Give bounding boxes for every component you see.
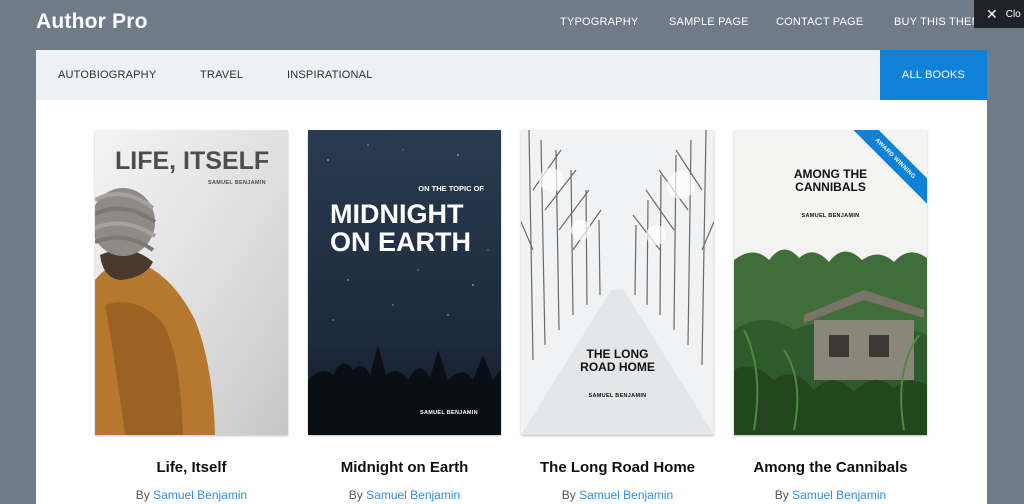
cover-pretitle: ON THE TOPIC OF bbox=[418, 184, 484, 193]
cover-art-snowy-road bbox=[521, 130, 714, 435]
by-label: By bbox=[774, 488, 789, 502]
book-cover[interactable]: AMONG THE CANNIBALS SAMUEL BENJAMIN AWAR… bbox=[734, 130, 927, 435]
by-label: By bbox=[348, 488, 363, 502]
book-author: By Samuel Benjamin bbox=[521, 488, 714, 502]
filter-inspirational[interactable]: INSPIRATIONAL bbox=[287, 69, 373, 81]
nav-contact-page[interactable]: CONTACT PAGE bbox=[776, 16, 863, 28]
author-link[interactable]: Samuel Benjamin bbox=[153, 488, 247, 502]
books-panel: AUTOBIOGRAPHY TRAVEL INSPIRATIONAL ALL B… bbox=[36, 50, 987, 504]
book-title[interactable]: Life, Itself bbox=[95, 459, 288, 476]
filter-all-books[interactable]: ALL BOOKS bbox=[880, 50, 987, 100]
book-cover[interactable]: LIFE, ITSELF SAMUEL BENJAMIN bbox=[95, 130, 288, 435]
cover-title: LIFE, ITSELF bbox=[115, 147, 270, 175]
author-link[interactable]: Samuel Benjamin bbox=[579, 488, 673, 502]
nav-typography[interactable]: TYPOGRAPHY bbox=[560, 16, 638, 28]
book-author: By Samuel Benjamin bbox=[308, 488, 501, 502]
top-nav: TYPOGRAPHY SAMPLE PAGE CONTACT PAGE BUY … bbox=[0, 16, 1024, 32]
filter-bar: AUTOBIOGRAPHY TRAVEL INSPIRATIONAL ALL B… bbox=[36, 50, 987, 100]
book-card[interactable]: LIFE, ITSELF SAMUEL BENJAMIN Life, Itsel… bbox=[95, 130, 288, 502]
book-title[interactable]: The Long Road Home bbox=[521, 459, 714, 476]
nav-sample-page[interactable]: SAMPLE PAGE bbox=[669, 16, 749, 28]
book-cover[interactable]: THE LONG ROAD HOME SAMUEL BENJAMIN bbox=[521, 130, 714, 435]
book-title[interactable]: Midnight on Earth bbox=[308, 459, 501, 476]
book-author: By Samuel Benjamin bbox=[734, 488, 927, 502]
cover-author: SAMUEL BENJAMIN bbox=[208, 180, 266, 186]
close-icon: ✕ bbox=[986, 6, 998, 22]
author-link[interactable]: Samuel Benjamin bbox=[792, 488, 886, 502]
book-title[interactable]: Among the Cannibals bbox=[734, 459, 927, 476]
filter-autobiography[interactable]: AUTOBIOGRAPHY bbox=[58, 69, 156, 81]
book-author: By Samuel Benjamin bbox=[95, 488, 288, 502]
book-cover[interactable]: ON THE TOPIC OF MIDNIGHT ON EARTH SAMUEL… bbox=[308, 130, 501, 435]
cover-author: SAMUEL BENJAMIN bbox=[420, 410, 478, 416]
book-card[interactable]: THE LONG ROAD HOME SAMUEL BENJAMIN The L… bbox=[521, 130, 714, 502]
cover-author: SAMUEL BENJAMIN bbox=[801, 213, 860, 219]
book-card[interactable]: ON THE TOPIC OF MIDNIGHT ON EARTH SAMUEL… bbox=[308, 130, 501, 502]
by-label: By bbox=[561, 488, 576, 502]
close-button[interactable]: ✕ Clo bbox=[974, 0, 1024, 28]
cover-art-fog-figure bbox=[95, 130, 288, 435]
close-label: Clo bbox=[1005, 8, 1021, 20]
cover-title: MIDNIGHT ON EARTH bbox=[330, 199, 471, 258]
cover-art-night-sky bbox=[308, 130, 501, 435]
cover-title: THE LONG ROAD HOME bbox=[580, 347, 655, 374]
author-link[interactable]: Samuel Benjamin bbox=[366, 488, 460, 502]
filter-travel[interactable]: TRAVEL bbox=[200, 69, 243, 81]
book-card[interactable]: AMONG THE CANNIBALS SAMUEL BENJAMIN AWAR… bbox=[734, 130, 927, 502]
by-label: By bbox=[135, 488, 150, 502]
cover-author: SAMUEL BENJAMIN bbox=[588, 393, 647, 399]
